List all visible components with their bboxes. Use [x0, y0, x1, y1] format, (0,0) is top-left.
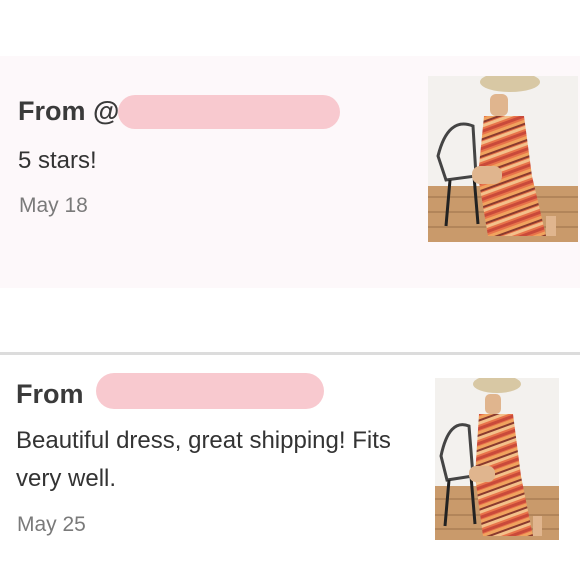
- redacted-username: [118, 95, 340, 129]
- review-author: From: [16, 379, 84, 409]
- review-message: 5 stars!: [18, 147, 97, 174]
- review-date: May 18: [19, 194, 88, 217]
- review-author: From @: [18, 96, 120, 126]
- review-card[interactable]: From @ 5 stars! May 18: [0, 56, 580, 288]
- review-card[interactable]: From Beautiful dress, great shipping! Fi…: [0, 352, 580, 580]
- review-date: May 25: [17, 513, 86, 536]
- product-thumbnail[interactable]: [435, 378, 559, 540]
- product-thumbnail[interactable]: [428, 76, 578, 242]
- review-message: Beautiful dress, great shipping! Fits ve…: [16, 427, 391, 492]
- reviews-page: From @ 5 stars! May 18 From Beautiful dr…: [0, 0, 580, 580]
- redacted-username: [96, 373, 324, 409]
- dress-photo-icon: [435, 378, 559, 540]
- dress-photo-icon: [428, 76, 578, 242]
